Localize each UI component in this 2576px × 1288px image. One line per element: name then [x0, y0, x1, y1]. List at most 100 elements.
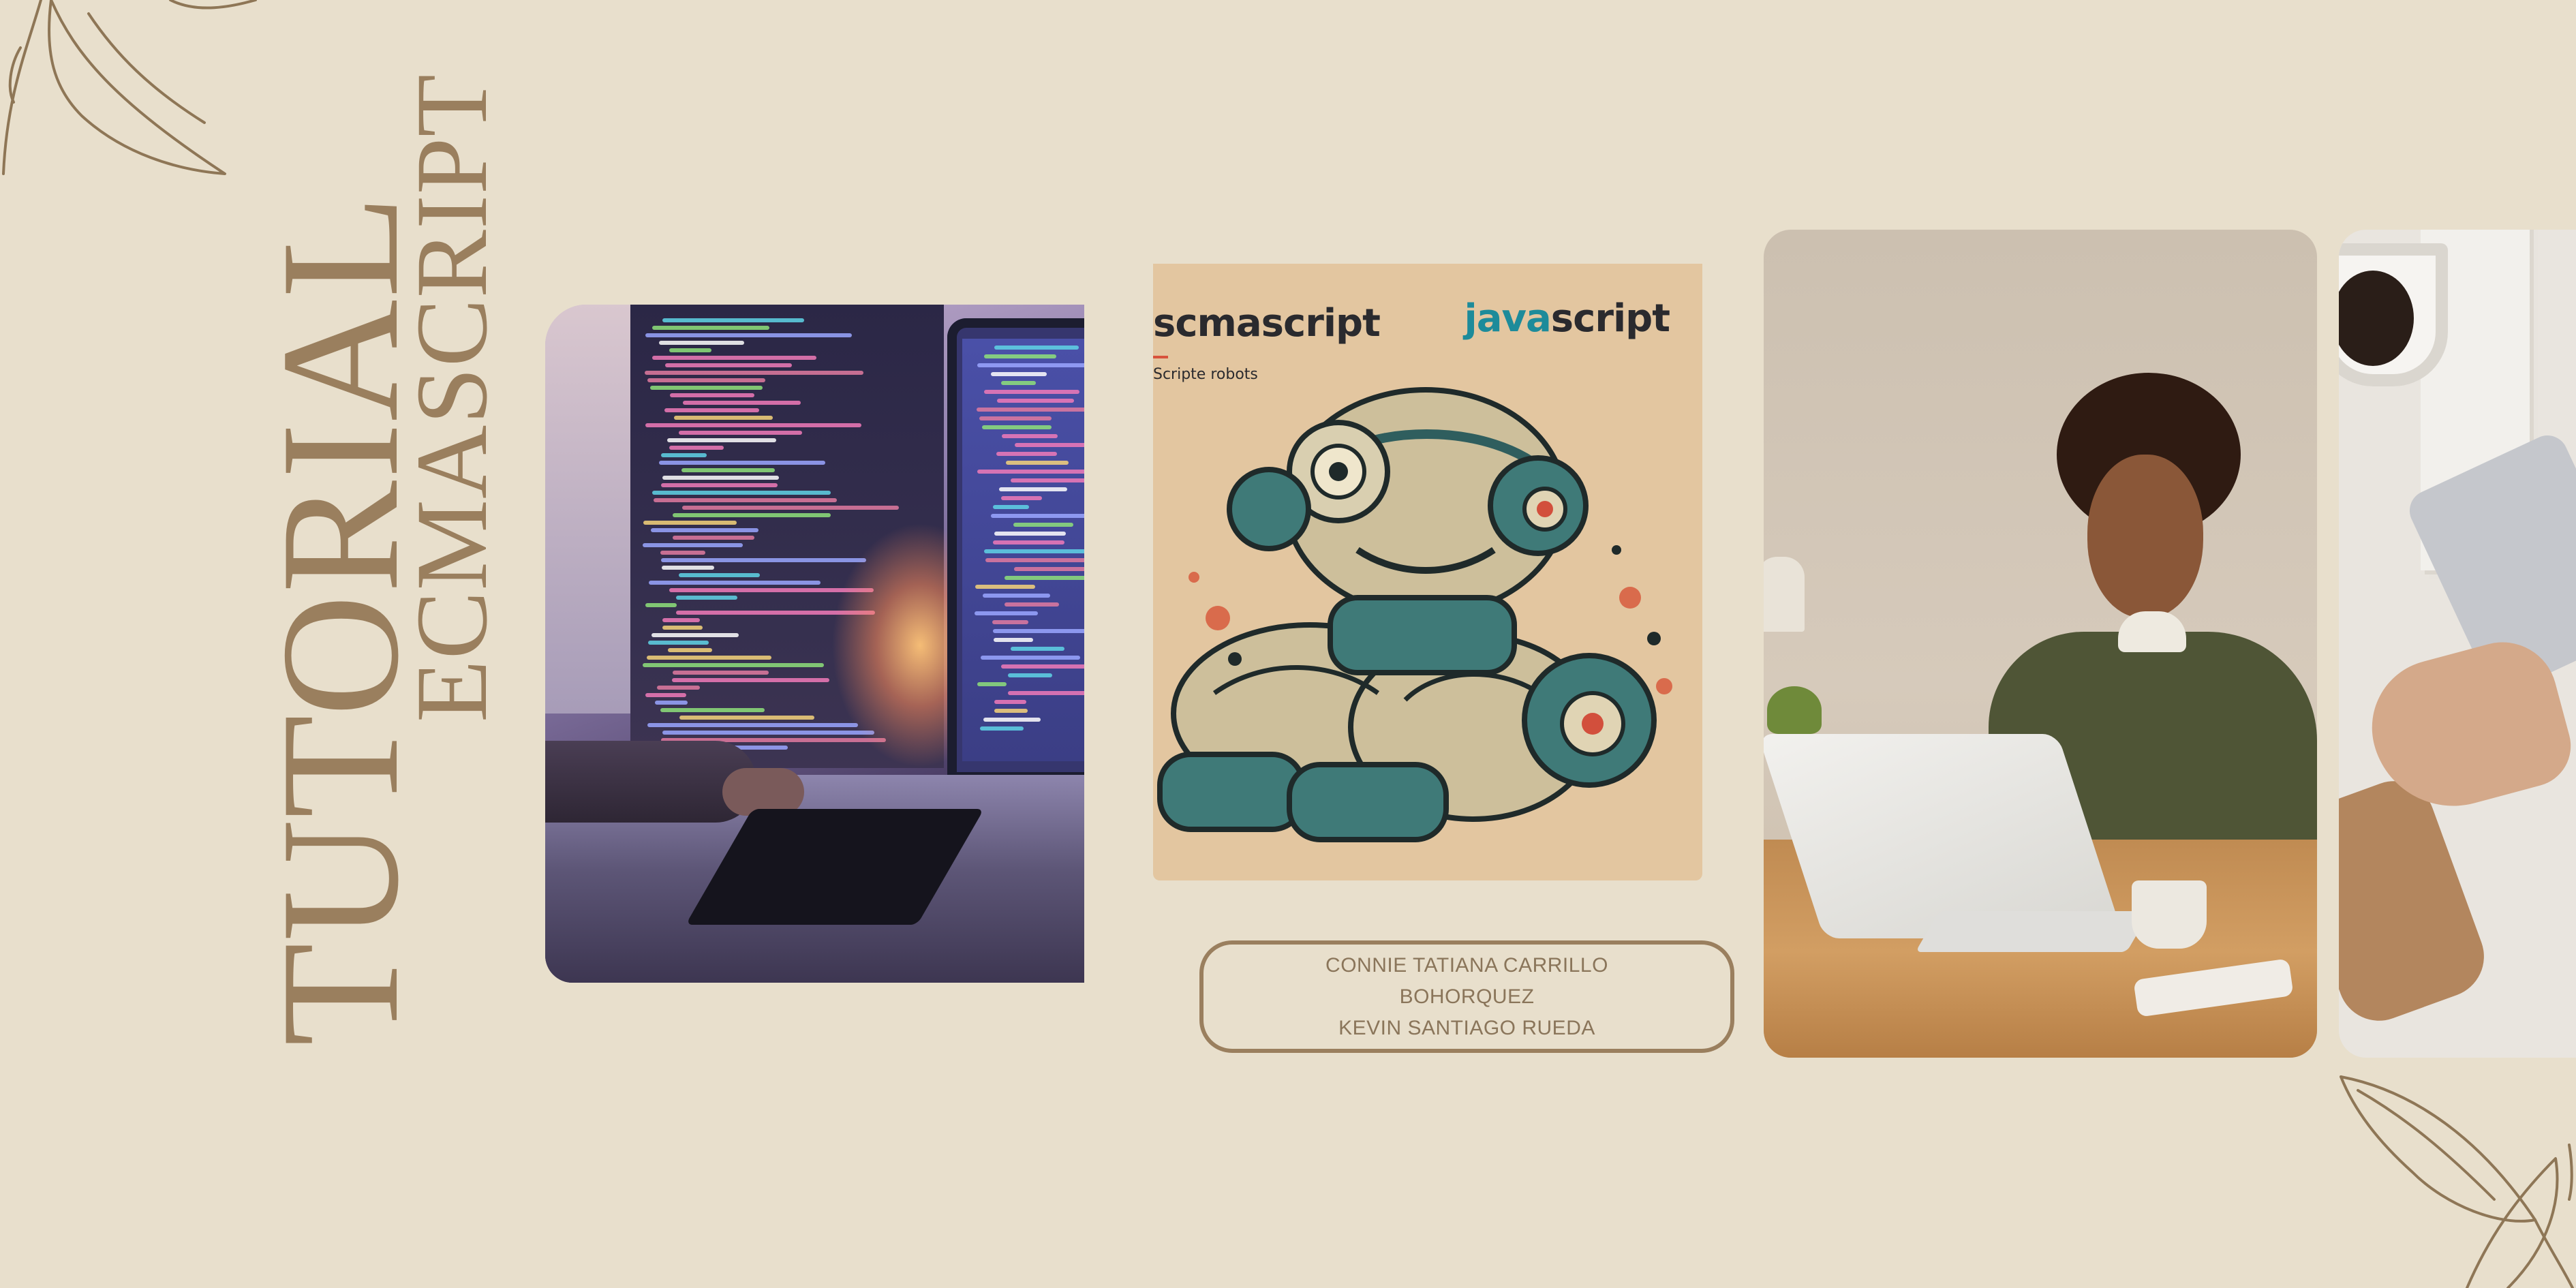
javascript-accent-text: java: [1464, 296, 1552, 341]
code-line: [654, 498, 837, 502]
code-line: [651, 633, 739, 637]
author-line-3: KEVIN SANTIAGO RUEDA: [1338, 1016, 1595, 1039]
code-line: [669, 348, 711, 352]
code-line: [679, 573, 760, 577]
code-line: [1001, 664, 1084, 669]
desk-workspace-photo: [2339, 230, 2576, 1058]
code-line: [679, 431, 802, 435]
code-line: [662, 566, 714, 570]
robot-image-red-rule: [1153, 356, 1168, 358]
code-line: [643, 543, 743, 547]
code-line: [1008, 691, 1084, 695]
code-line: [977, 470, 1084, 474]
code-line: [645, 333, 852, 337]
leaf-decoration-top-left-icon: [2, 0, 257, 175]
code-line: [661, 558, 866, 562]
code-line: [664, 408, 759, 412]
code-line: [662, 731, 874, 735]
code-line: [647, 656, 771, 660]
code-line: [999, 487, 1067, 491]
code-line: [980, 726, 1024, 731]
code-line: [659, 461, 825, 465]
code-line: [657, 686, 700, 690]
code-line: [673, 671, 769, 675]
code-line: [977, 408, 1084, 412]
code-line: [1013, 523, 1073, 527]
code-line: [679, 716, 814, 720]
code-line: [994, 709, 1028, 713]
code-line: [650, 386, 763, 390]
code-line: [643, 521, 737, 525]
code-line: [977, 363, 1084, 367]
code-line: [662, 618, 700, 622]
code-line: [649, 581, 821, 585]
code-line: [659, 341, 744, 345]
robot-image-javascript-label: javascript: [1465, 296, 1670, 341]
javascript-rest-text: script: [1550, 296, 1670, 341]
authors-credit-box: CONNIE TATIANA CARRILLO BOHORQUEZ KEVIN …: [1199, 940, 1734, 1053]
code-line: [643, 663, 824, 667]
code-line: [652, 356, 816, 360]
code-line: [647, 723, 858, 727]
code-line: [1014, 567, 1084, 571]
author-line-1: CONNIE TATIANA CARRILLO: [1325, 953, 1608, 977]
code-line: [676, 596, 737, 600]
code-line: [1011, 647, 1064, 651]
code-line: [670, 393, 754, 397]
code-line: [682, 506, 899, 510]
code-line: [1002, 434, 1058, 438]
code-line: [975, 585, 1035, 589]
code-line: [661, 483, 778, 487]
code-line: [1015, 443, 1084, 447]
code-line: [669, 446, 724, 450]
code-line: [985, 558, 1084, 562]
code-line: [1005, 602, 1059, 607]
code-line: [660, 551, 705, 555]
coding-illustration-image: [545, 305, 1084, 983]
code-line: [996, 452, 1057, 456]
code-line: [645, 371, 863, 375]
code-line: [981, 656, 1080, 660]
code-line: [673, 513, 831, 517]
code-line: [665, 363, 792, 367]
code-line: [645, 423, 861, 427]
code-line: [661, 453, 707, 457]
code-line: [662, 626, 703, 630]
code-line: [1001, 496, 1042, 500]
robot-figure-icon: [1157, 387, 1672, 842]
code-line: [655, 701, 688, 705]
code-line: [662, 318, 804, 322]
code-line: [1006, 461, 1069, 465]
robot-illustration-image: scmascript Scripte robots javascript: [1153, 264, 1702, 880]
code-line: [975, 611, 1038, 615]
code-line: [993, 505, 1029, 509]
code-line: [983, 718, 1041, 722]
code-line: [1001, 381, 1036, 385]
robot-image-ecmascript-label: scmascript: [1153, 301, 1381, 346]
code-line: [651, 528, 758, 532]
code-line: [645, 603, 677, 607]
code-line: [662, 476, 779, 480]
code-line: [991, 514, 1084, 518]
code-line: [994, 638, 1033, 642]
code-line: [991, 372, 1047, 376]
code-line: [668, 648, 712, 652]
code-line: [1005, 576, 1084, 580]
code-line: [994, 700, 1026, 704]
code-line: [997, 399, 1074, 403]
code-line: [994, 532, 1066, 536]
code-line: [667, 438, 776, 442]
code-line: [993, 629, 1084, 633]
code-line: [683, 401, 801, 405]
code-line: [1008, 673, 1052, 677]
code-line: [673, 536, 754, 540]
code-line: [647, 378, 765, 382]
code-line: [681, 468, 775, 472]
code-line: [652, 491, 831, 495]
code-line: [979, 416, 1052, 420]
code-line: [645, 693, 686, 697]
code-line: [984, 549, 1084, 553]
code-line: [992, 620, 1028, 624]
code-line: [652, 326, 769, 330]
code-line: [648, 641, 709, 645]
